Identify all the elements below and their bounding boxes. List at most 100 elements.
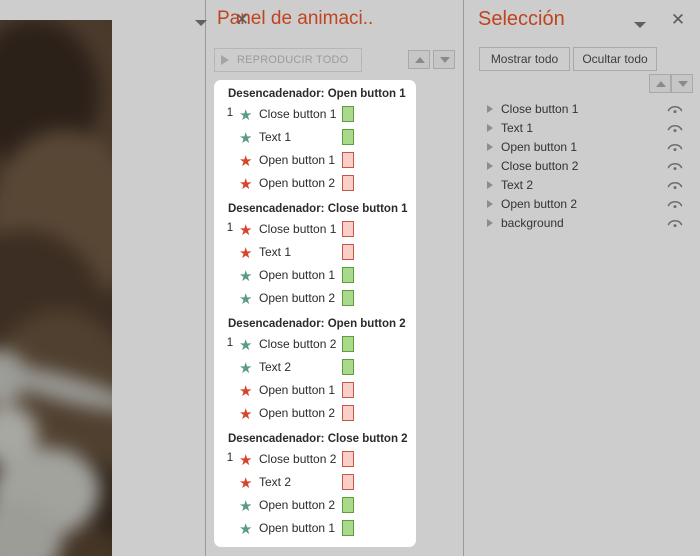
animation-timeline-bar[interactable] [342,451,354,467]
animation-row[interactable]: 1 ★ Close button 2 [214,333,416,356]
animation-row-label: Close button 2 [259,337,337,351]
animation-timeline-bar[interactable] [342,336,354,352]
animation-row[interactable]: ★ Open button 2 [214,172,416,195]
animation-row[interactable]: ★ Open button 1 [214,264,416,287]
selection-item-label: Open button 1 [501,140,578,154]
animation-row[interactable]: ★ Open button 1 [214,517,416,540]
eye-visible-icon[interactable] [667,104,683,115]
triangle-up-icon [656,81,666,87]
star-exit-icon: ★ [239,152,253,170]
animation-row-label: Open button 2 [259,498,336,512]
animation-group: Desencadenador: Close button 1 1 ★ Close bu… [214,195,416,310]
eye-visible-icon[interactable] [667,199,683,210]
star-exit-icon: ★ [239,474,253,492]
app-root: Panel de animaci.. ✕ REPRODUCIR TODO Des… [0,0,700,556]
animation-timeline-bar[interactable] [342,129,354,145]
triangle-right-icon[interactable] [487,219,493,227]
animation-row[interactable]: ★ Open button 2 [214,402,416,425]
star-exit-icon: ★ [239,175,253,193]
selection-item-label: Close button 2 [501,159,579,173]
animation-timeline-bar[interactable] [342,520,354,536]
animation-row[interactable]: ★ Text 1 [214,241,416,264]
animation-row[interactable]: 1 ★ Close button 2 [214,448,416,471]
star-entrance-icon: ★ [239,129,253,147]
triangle-right-icon[interactable] [487,162,493,170]
eye-visible-icon[interactable] [667,123,683,134]
animation-timeline-bar[interactable] [342,290,354,306]
triangle-right-icon[interactable] [487,181,493,189]
star-entrance-icon: ★ [239,359,253,377]
animation-timeline-bar[interactable] [342,267,354,283]
selection-item-label: Close button 1 [501,102,579,116]
animation-row-label: Close button 1 [259,222,337,236]
animation-scroll-down-button[interactable] [433,50,455,69]
animation-scroll-up-button[interactable] [408,50,430,69]
chevron-down-icon[interactable] [633,17,647,31]
animation-timeline-bar[interactable] [342,359,354,375]
animation-timeline-bar[interactable] [342,382,354,398]
animation-row-index: 1 [226,452,234,464]
chevron-down-icon[interactable] [194,15,208,29]
animation-row[interactable]: ★ Text 1 [214,126,416,149]
triangle-down-icon [440,57,450,63]
star-exit-icon: ★ [239,382,253,400]
animation-row[interactable]: 1 ★ Close button 1 [214,218,416,241]
animation-row-label: Open button 1 [259,153,336,167]
triangle-right-icon[interactable] [487,143,493,151]
selection-list-item[interactable]: Open button 1 [464,138,700,157]
star-entrance-icon: ★ [239,267,253,285]
eye-visible-icon[interactable] [667,161,683,172]
close-icon[interactable]: ✕ [670,12,686,29]
selection-list-item[interactable]: Open button 2 [464,195,700,214]
animation-group-title: Desencadenador: Close button 1 [228,203,408,215]
triangle-right-icon[interactable] [487,124,493,132]
triangle-up-icon [415,57,425,63]
animation-row-label: Open button 1 [259,521,336,535]
animation-timeline-bar[interactable] [342,474,354,490]
selection-list-item[interactable]: Close button 2 [464,157,700,176]
triangle-right-icon[interactable] [487,200,493,208]
animation-timeline-bar[interactable] [342,152,354,168]
selection-move-down-button[interactable] [671,74,693,93]
animation-timeline-bar[interactable] [342,221,354,237]
animation-row[interactable]: ★ Text 2 [214,356,416,379]
selection-list-item[interactable]: Text 1 [464,119,700,138]
animation-timeline-bar[interactable] [342,497,354,513]
hide-all-button[interactable]: Ocultar todo [573,47,657,71]
selection-list: Close button 1 Text 1 Open button 1 Close b… [464,100,700,233]
animation-row-label: Open button 1 [259,383,336,397]
selection-move-up-button[interactable] [649,74,671,93]
animation-row[interactable]: ★ Text 2 [214,471,416,494]
triangle-right-icon[interactable] [487,105,493,113]
selection-list-item[interactable]: Text 2 [464,176,700,195]
slide-photo [0,20,112,556]
animation-row[interactable]: ★ Open button 2 [214,287,416,310]
animation-row-label: Open button 2 [259,406,336,420]
star-exit-icon: ★ [239,451,253,469]
animation-row[interactable]: ★ Open button 1 [214,149,416,172]
show-all-button[interactable]: Mostrar todo [479,47,570,71]
star-exit-icon: ★ [239,244,253,262]
animation-row[interactable]: 1 ★ Close button 1 [214,103,416,126]
animation-timeline-bar[interactable] [342,244,354,260]
animation-row[interactable]: ★ Open button 2 [214,494,416,517]
animation-timeline-bar[interactable] [342,405,354,421]
close-icon[interactable]: ✕ [234,12,250,29]
eye-visible-icon[interactable] [667,142,683,153]
animation-timeline-bar[interactable] [342,175,354,191]
eye-visible-icon[interactable] [667,218,683,229]
animation-row-label: Open button 2 [259,176,336,190]
play-all-button[interactable]: REPRODUCIR TODO [214,48,362,72]
animation-timeline-bar[interactable] [342,106,354,122]
star-exit-icon: ★ [239,221,253,239]
triangle-down-icon [678,81,688,87]
selection-item-label: Text 2 [501,178,534,192]
eye-visible-icon[interactable] [667,180,683,191]
animation-group: Desencadenador: Close button 2 1 ★ Close bu… [214,425,416,540]
selection-list-item[interactable]: background [464,214,700,233]
animation-row-label: Text 2 [259,475,292,489]
animation-row-index: 1 [226,337,234,349]
animation-row[interactable]: ★ Open button 1 [214,379,416,402]
selection-list-item[interactable]: Close button 1 [464,100,700,119]
animation-row-label: Close button 1 [259,107,337,121]
